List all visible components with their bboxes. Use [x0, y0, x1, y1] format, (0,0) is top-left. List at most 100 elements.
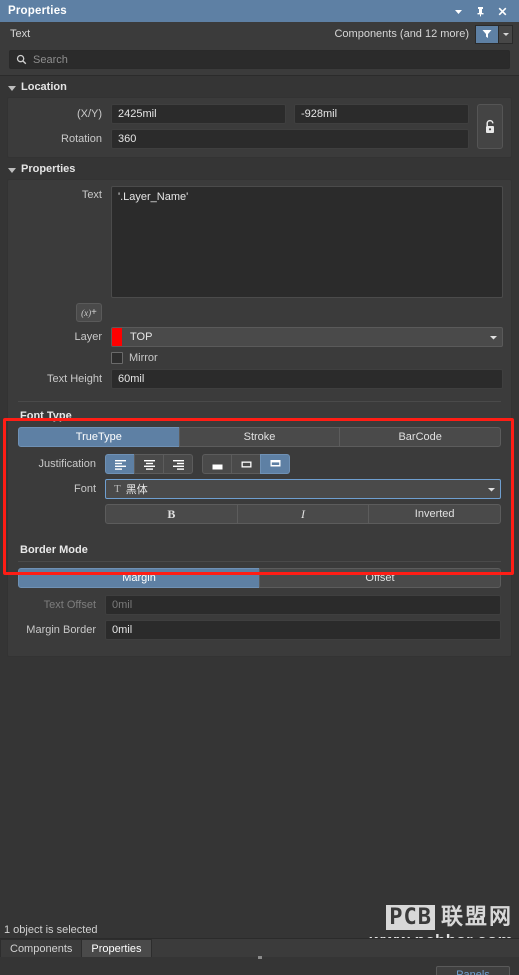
border-mode-offset-button[interactable]: Offset	[259, 568, 501, 588]
xy-row: (X/Y) 2425mil -928mil	[16, 104, 469, 124]
pin-icon[interactable]	[474, 5, 487, 18]
panel-titlebar: Properties	[0, 0, 519, 22]
chevron-down-icon[interactable]	[452, 5, 465, 18]
align-left-icon[interactable]	[105, 454, 135, 474]
fx-row: (x) +	[16, 303, 503, 322]
object-kind-label: Text	[10, 28, 31, 40]
close-icon[interactable]	[496, 5, 509, 18]
horizontal-justification-group	[105, 454, 193, 474]
inverted-button[interactable]: Inverted	[368, 504, 502, 524]
layer-label: Layer	[74, 331, 102, 343]
text-row: Text '.Layer_Name'	[16, 186, 503, 298]
bold-button[interactable]: B	[105, 504, 238, 524]
object-scope-row: Text Components (and 12 more)	[0, 22, 519, 46]
layer-color-swatch	[112, 328, 122, 346]
bottom-bar: Panels	[0, 956, 519, 975]
checkbox-box-icon	[111, 352, 123, 364]
tab-properties[interactable]: Properties	[81, 939, 152, 957]
font-label: Font	[73, 483, 96, 495]
add-parameter-icon[interactable]: (x) +	[76, 303, 102, 322]
text-offset-row: Text Offset 0mil	[18, 595, 501, 615]
font-type-title: Font Type	[20, 410, 72, 422]
mirror-checkbox[interactable]: Mirror	[111, 352, 158, 364]
panel-title: Properties	[8, 5, 67, 17]
text-height-label: Text Height	[46, 373, 102, 385]
italic-button[interactable]: I	[236, 504, 370, 524]
mirror-row: Mirror	[16, 352, 503, 364]
divider	[18, 401, 501, 402]
text-height-input[interactable]: 60mil	[111, 369, 503, 389]
layer-value: TOP	[130, 331, 153, 343]
font-type-segmented-control: TrueType Stroke BarCode	[18, 427, 502, 447]
align-middle-icon[interactable]	[231, 454, 261, 474]
object-scope-label: Components (and 12 more)	[334, 28, 469, 40]
panel-tabstrip: Components Properties	[0, 938, 519, 957]
text-value-textarea[interactable]: '.Layer_Name'	[111, 186, 503, 298]
font-value: 黑体	[125, 484, 148, 496]
titlebar-icon-group	[452, 5, 513, 18]
resize-grip-icon[interactable]	[258, 956, 262, 959]
font-type-stroke-button[interactable]: Stroke	[178, 427, 341, 447]
text-offset-input: 0mil	[105, 595, 501, 615]
align-top-icon[interactable]	[260, 454, 290, 474]
fx-button-container: (x) +	[16, 303, 111, 322]
align-center-icon[interactable]	[134, 454, 164, 474]
properties-section-header[interactable]: Properties	[0, 158, 519, 179]
margin-border-label: Margin Border	[26, 624, 96, 636]
collapse-triangle-icon	[8, 85, 16, 91]
funnel-icon[interactable]	[476, 25, 498, 43]
margin-border-row: Margin Border 0mil	[18, 620, 501, 640]
search-placeholder: Search	[33, 53, 68, 66]
text-label: Text	[81, 189, 102, 201]
chevron-down-icon	[482, 485, 500, 494]
search-bar-container: Search	[0, 46, 519, 75]
location-section-title: Location	[21, 81, 67, 93]
properties-panel: Properties Text Components (and 12 more)…	[0, 0, 519, 975]
properties-panel-body: Text '.Layer_Name' (x) + Layer TOP Mirro…	[7, 179, 512, 657]
font-style-segmented-control: B I Inverted	[105, 504, 502, 524]
border-mode-segmented-control: Margin Offset	[18, 568, 501, 588]
x-coordinate-input[interactable]: 2425mil	[111, 104, 286, 124]
status-bar: 1 object is selected	[0, 922, 519, 938]
filter-control	[475, 24, 513, 44]
selection-status-text: 1 object is selected	[4, 924, 98, 936]
location-section-header[interactable]: Location	[0, 76, 519, 97]
font-value-container: T 黑体	[106, 481, 482, 497]
collapse-triangle-icon	[8, 167, 16, 173]
rotation-label: Rotation	[61, 133, 102, 145]
font-preview-glyph-icon: T	[114, 483, 121, 495]
align-bottom-icon[interactable]	[202, 454, 232, 474]
search-icon	[16, 54, 27, 65]
border-mode-section: Border Mode Margin Offset Text Offset 0m…	[8, 538, 511, 648]
text-offset-label: Text Offset	[43, 599, 96, 611]
font-type-barcode-button[interactable]: BarCode	[339, 427, 502, 447]
layer-row: Layer TOP	[16, 327, 503, 347]
panels-button[interactable]: Panels	[436, 966, 510, 975]
font-dropdown[interactable]: T 黑体	[105, 479, 501, 499]
fx-button-label: (x)	[81, 307, 92, 318]
xy-label: (X/Y)	[76, 108, 102, 120]
border-mode-margin-button[interactable]: Margin	[18, 568, 260, 588]
tab-components[interactable]: Components	[0, 939, 83, 957]
mirror-label: Mirror	[129, 352, 158, 364]
rotation-row: Rotation 360	[16, 129, 469, 149]
border-mode-title: Border Mode	[20, 544, 88, 556]
search-input[interactable]: Search	[9, 50, 510, 69]
divider	[18, 561, 501, 562]
rotation-input[interactable]: 360	[111, 129, 469, 149]
filter-dropdown-chevron-down-icon[interactable]	[498, 25, 512, 43]
margin-border-input[interactable]: 0mil	[105, 620, 501, 640]
unlocked-padlock-icon[interactable]	[477, 104, 503, 149]
align-right-icon[interactable]	[163, 454, 193, 474]
font-style-row: B I Inverted	[18, 504, 502, 524]
font-type-truetype-button[interactable]: TrueType	[18, 427, 180, 447]
lock-control	[469, 104, 503, 149]
chevron-down-icon	[484, 333, 502, 342]
y-coordinate-input[interactable]: -928mil	[294, 104, 469, 124]
layer-dropdown[interactable]: TOP	[111, 327, 503, 347]
text-height-row: Text Height 60mil	[16, 369, 503, 389]
justification-label: Justification	[38, 458, 96, 470]
font-row: Font T 黑体	[18, 479, 501, 499]
properties-section-title: Properties	[21, 163, 76, 175]
font-type-section: Font Type TrueType Stroke BarCode Justif…	[8, 397, 511, 532]
